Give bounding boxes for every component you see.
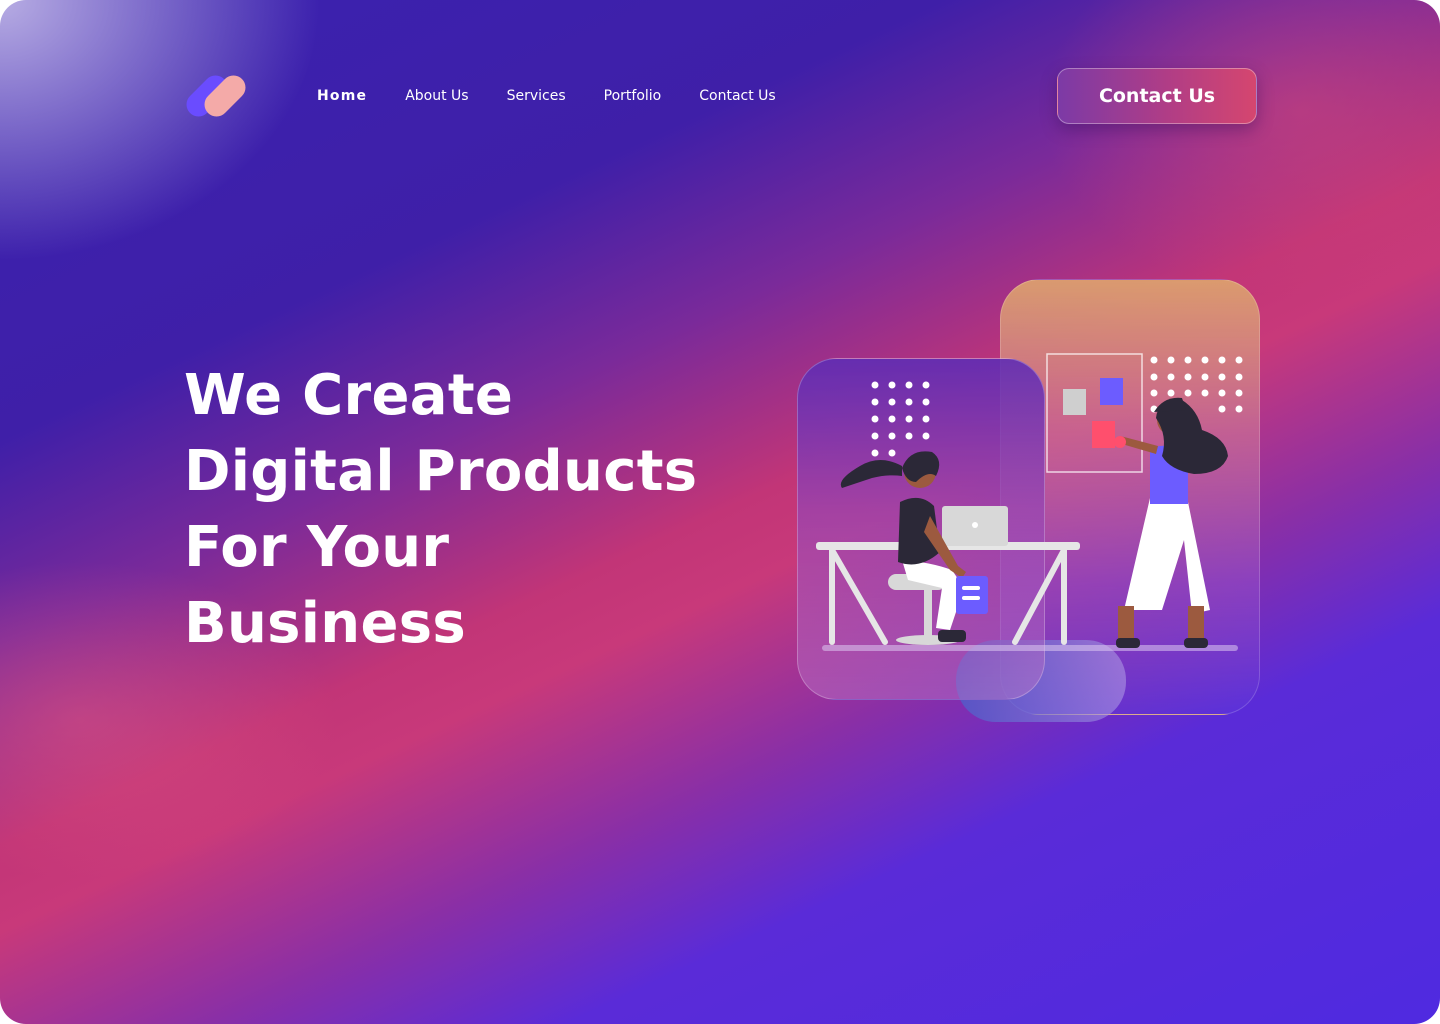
nav-item-about-us[interactable]: About Us bbox=[405, 84, 468, 108]
dot-grid-left bbox=[871, 381, 930, 457]
contact-us-button[interactable]: Contact Us bbox=[1057, 68, 1257, 124]
main-nav: Home About Us Services Portfolio Contact… bbox=[317, 84, 814, 108]
floor-line bbox=[822, 645, 1238, 651]
logo-icon[interactable] bbox=[181, 70, 251, 122]
landing-page: Home About Us Services Portfolio Contact… bbox=[0, 0, 1440, 1024]
illustration-figures bbox=[816, 353, 1243, 651]
standing-person bbox=[1114, 397, 1228, 648]
sticky-note bbox=[1092, 421, 1115, 448]
hero-title-line: For Your bbox=[184, 515, 450, 580]
nav-item-portfolio[interactable]: Portfolio bbox=[604, 84, 662, 108]
nav-item-contact-us[interactable]: Contact Us bbox=[699, 84, 775, 108]
background-glow bbox=[1040, 0, 1440, 300]
hero-title-line: We Create bbox=[184, 363, 514, 428]
sticky-note bbox=[1063, 389, 1086, 415]
hero-title: We Create Digital Products For Your Busi… bbox=[184, 358, 704, 662]
hero-title-line: Digital Products bbox=[184, 439, 698, 504]
whiteboard bbox=[1046, 353, 1143, 473]
nav-item-home[interactable]: Home bbox=[317, 84, 367, 108]
hero-title-line: Business bbox=[184, 591, 466, 656]
nav-item-services[interactable]: Services bbox=[507, 84, 566, 108]
hero-illustration bbox=[790, 270, 1270, 740]
sticky-note bbox=[1100, 378, 1123, 405]
